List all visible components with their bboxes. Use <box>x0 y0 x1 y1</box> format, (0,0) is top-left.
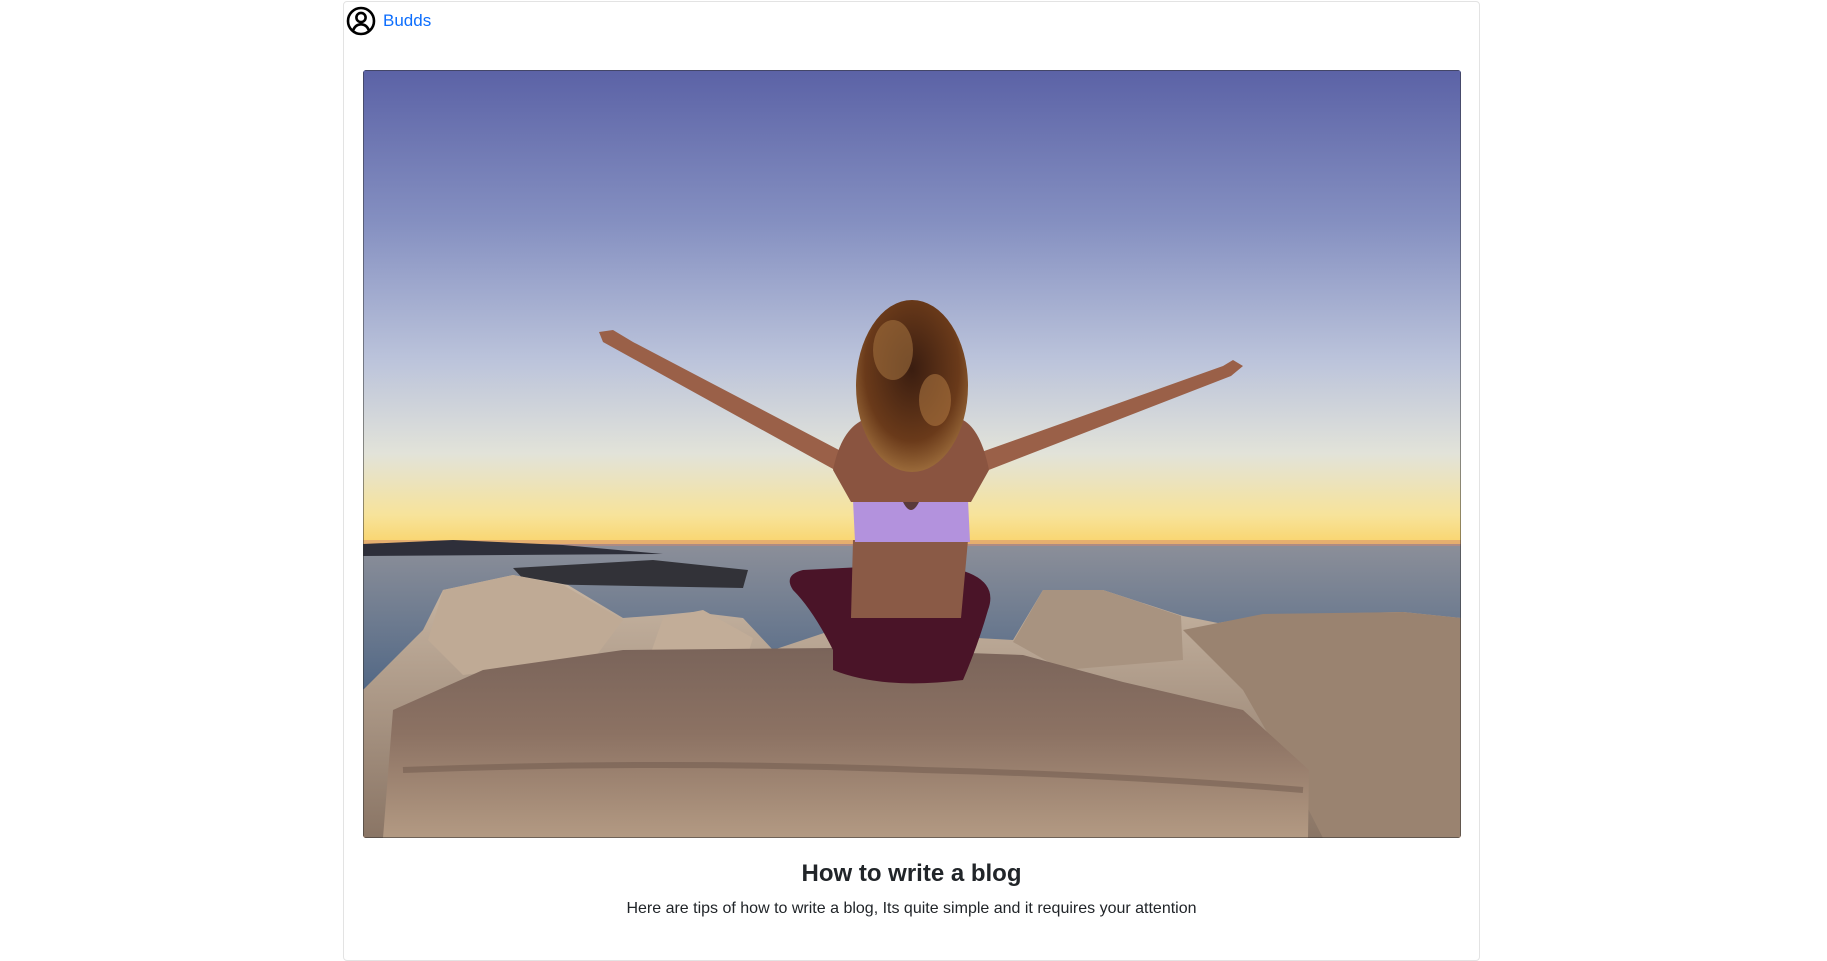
post-image <box>363 70 1461 838</box>
post-card: Budds How to write a blog Here are tips … <box>343 1 1480 961</box>
post-header: Budds <box>346 5 431 36</box>
post-title: How to write a blog <box>801 860 1022 887</box>
author-link[interactable]: Budds <box>383 11 431 31</box>
post-description: Here are tips of how to write a blog, It… <box>626 900 1197 917</box>
user-circle-icon <box>346 6 376 35</box>
